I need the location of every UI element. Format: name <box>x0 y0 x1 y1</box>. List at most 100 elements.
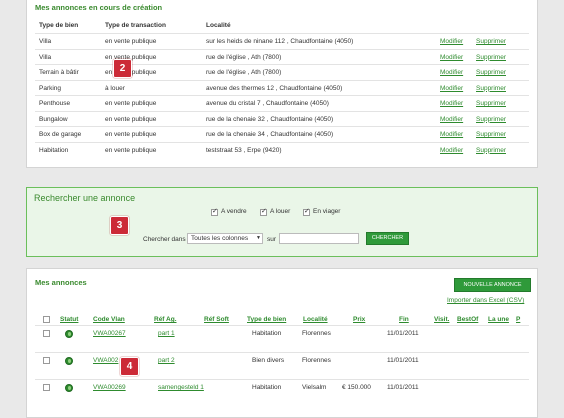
modify-link[interactable]: Modifier <box>440 116 463 123</box>
column-select-value: Toutes les colonnes <box>191 235 249 242</box>
cell-locality: Florennes <box>302 357 331 364</box>
column-header-status[interactable]: Statut <box>60 316 78 323</box>
cell-code[interactable]: VWA00269 <box>93 384 126 391</box>
globe-icon <box>65 330 73 338</box>
column-select[interactable]: Toutes les colonnes ▼ <box>187 233 263 244</box>
cell-locality: sur les heids de ninane 112 , Chaudfonta… <box>206 38 354 45</box>
row-divider <box>35 379 529 380</box>
for-sale-label: A vendre <box>221 208 247 215</box>
cell-locality: Vielsalm <box>302 384 327 391</box>
for-rent-checkbox[interactable] <box>260 207 267 216</box>
cell-transaction: à louer <box>105 84 125 92</box>
column-header-ref-ag[interactable]: Réf Ag. <box>154 316 177 323</box>
on-label: sur <box>267 236 277 243</box>
cell-locality: rue de la chenaie 32 , Chaudfontaine (40… <box>206 115 334 123</box>
modify-link[interactable]: Modifier <box>440 85 463 92</box>
cell-ref-ag[interactable]: part 2 <box>158 357 175 364</box>
delete-link[interactable]: Supprimer <box>476 69 506 76</box>
column-header-visits[interactable]: Visit. <box>434 316 449 323</box>
cell-price: € 150.000 <box>342 384 371 391</box>
column-header-ref-soft[interactable]: Réf Soft <box>204 316 229 323</box>
select-all-checkbox[interactable] <box>43 316 50 323</box>
cell-code[interactable]: VWA00267 <box>93 330 126 337</box>
cell-locality: rue de l'église , Ath (7800) <box>206 53 282 61</box>
step-badge-2: 2 <box>113 59 132 78</box>
draft-listings-title: Mes annonces en cours de création <box>35 3 163 12</box>
draft-listings-panel: Mes annonces en cours de création Type d… <box>26 0 538 168</box>
cell-type: Bien divers <box>252 357 285 364</box>
modify-link[interactable]: Modifier <box>440 131 463 138</box>
modify-link[interactable]: Modifier <box>440 147 463 154</box>
row-divider <box>35 352 529 353</box>
column-header-price[interactable]: Prix <box>353 316 365 323</box>
delete-link[interactable]: Supprimer <box>476 85 506 92</box>
cell-type: Habitation <box>39 146 69 154</box>
column-header-code[interactable]: Code Vlan <box>93 316 125 323</box>
cell-locality: Florennes <box>302 330 331 337</box>
cell-end: 11/01/2011 <box>387 384 419 391</box>
row-divider <box>35 64 529 65</box>
cell-transaction: en vente publique <box>105 100 157 107</box>
column-header-type: Type de bien <box>39 22 79 29</box>
search-input[interactable] <box>279 233 359 244</box>
delete-link[interactable]: Supprimer <box>476 100 506 107</box>
my-listings-title: Mes annonces <box>35 278 87 287</box>
modify-link[interactable]: Modifier <box>440 69 463 76</box>
life-annuity-checkbox[interactable] <box>303 207 310 216</box>
search-panel: Rechercher une annonce A vendre A louer … <box>26 187 538 257</box>
delete-link[interactable]: Supprimer <box>476 131 506 138</box>
cell-type: Penthouse <box>39 100 71 107</box>
my-listings-panel: Mes annonces NOUVELLE ANNONCE Importer d… <box>26 268 538 418</box>
column-header-end[interactable]: Fin <box>399 316 409 323</box>
cell-type: Villa <box>39 38 52 45</box>
step-badge-4: 4 <box>120 357 139 376</box>
cell-type: Parking <box>39 84 62 92</box>
row-divider <box>35 325 529 326</box>
delete-link[interactable]: Supprimer <box>476 147 506 154</box>
delete-link[interactable]: Supprimer <box>476 54 506 61</box>
search-button[interactable]: CHERCHER <box>366 232 409 245</box>
cell-type: Box de garage <box>39 131 82 138</box>
cell-locality: avenue du cristal 7 , Chaudfontaine (405… <box>206 100 329 107</box>
import-csv-link[interactable]: Importer dans Excel (CSV) <box>447 297 524 304</box>
row-divider <box>35 33 529 34</box>
cell-transaction: en vente publique <box>105 38 157 45</box>
row-checkbox[interactable] <box>43 357 50 364</box>
cell-locality: avenue des thermes 12 , Chaudfontaine (4… <box>206 84 343 92</box>
row-divider <box>35 141 529 143</box>
modify-link[interactable]: Modifier <box>440 100 463 107</box>
row-divider <box>35 48 529 50</box>
cell-ref-ag[interactable]: part 1 <box>158 330 175 337</box>
cell-end: 11/01/2011 <box>387 357 419 364</box>
column-header-p[interactable]: P <box>516 316 520 323</box>
row-divider <box>35 126 529 127</box>
modify-link[interactable]: Modifier <box>440 38 463 45</box>
column-header-type[interactable]: Type de bien <box>247 316 286 323</box>
step-badge-3: 3 <box>110 216 129 235</box>
row-divider <box>35 79 529 81</box>
cell-type: Terrain à bâtir <box>39 69 79 76</box>
cell-type: Habitation <box>252 330 282 337</box>
for-sale-checkbox[interactable] <box>211 207 218 216</box>
delete-link[interactable]: Supprimer <box>476 38 506 45</box>
cell-code[interactable]: VWA002 <box>93 357 118 364</box>
row-divider <box>35 95 529 96</box>
life-annuity-label: En viager <box>313 208 341 215</box>
cell-ref-ag[interactable]: samengesteld 1 <box>158 384 204 391</box>
column-header-bestof[interactable]: BestOf <box>457 316 478 323</box>
row-checkbox[interactable] <box>43 330 50 337</box>
cell-end: 11/01/2011 <box>387 330 419 337</box>
chevron-down-icon: ▼ <box>256 235 261 241</box>
column-header-transaction: Type de transaction <box>105 22 166 29</box>
column-header-locality[interactable]: Localité <box>303 316 328 323</box>
globe-icon <box>65 384 73 392</box>
cell-type: Villa <box>39 53 52 61</box>
new-listing-button[interactable]: NOUVELLE ANNONCE <box>454 278 531 292</box>
cell-transaction: en vente publique <box>105 131 157 138</box>
delete-link[interactable]: Supprimer <box>476 116 506 123</box>
column-header-la-une[interactable]: La une <box>488 316 509 323</box>
row-checkbox[interactable] <box>43 384 50 391</box>
cell-type: Habitation <box>252 384 282 391</box>
modify-link[interactable]: Modifier <box>440 54 463 61</box>
cell-transaction: en vente publique <box>105 146 157 154</box>
